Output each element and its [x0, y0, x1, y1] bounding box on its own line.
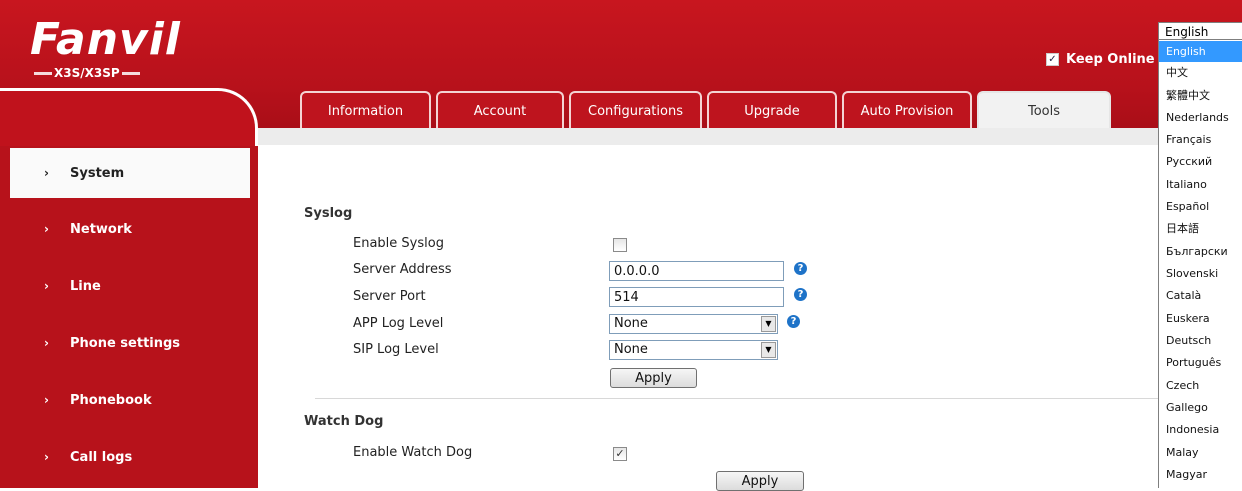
sidebar-item-phonebook[interactable]: › Phonebook: [0, 375, 250, 425]
sidebar-item-label: Line: [70, 278, 101, 294]
language-option[interactable]: Français: [1159, 129, 1242, 150]
language-option[interactable]: Italiano: [1159, 174, 1242, 195]
chevron-right-icon: ›: [44, 450, 49, 464]
sidebar: › System › Network › Line › Phone settin…: [0, 88, 258, 488]
watchdog-apply-button[interactable]: Apply: [716, 471, 804, 491]
tab-tools[interactable]: Tools: [977, 91, 1111, 129]
language-option[interactable]: Български: [1159, 241, 1242, 262]
language-option[interactable]: Euskera: [1159, 308, 1242, 329]
chevron-right-icon: ›: [44, 166, 49, 180]
tab-configurations[interactable]: Configurations: [569, 91, 702, 129]
syslog-apply-button[interactable]: Apply: [610, 368, 697, 388]
main-content: Syslog Enable Syslog Server Address ? Se…: [258, 128, 1158, 491]
server-address-label: Server Address: [353, 262, 452, 277]
fanvil-logo: Fanvil X3S/X3SP: [30, 14, 181, 81]
sidebar-item-label: Call logs: [70, 449, 133, 465]
keep-online-toggle[interactable]: ✓ Keep Online: [1046, 52, 1155, 67]
tab-information[interactable]: Information: [300, 91, 431, 129]
sidebar-item-system[interactable]: › System: [10, 148, 250, 198]
syslog-section-title: Syslog: [304, 206, 353, 221]
section-divider: [315, 398, 1158, 399]
help-icon[interactable]: ?: [794, 288, 807, 301]
language-option[interactable]: 日本語: [1159, 218, 1242, 239]
sidebar-item-network[interactable]: › Network: [0, 204, 250, 254]
enable-syslog-label: Enable Syslog: [353, 236, 444, 251]
language-option[interactable]: Malay: [1159, 442, 1242, 463]
language-option[interactable]: Português: [1159, 352, 1242, 373]
language-option[interactable]: 繁體中文: [1159, 85, 1242, 106]
enable-watchdog-checkbox[interactable]: ✓: [613, 447, 627, 461]
keep-online-label: Keep Online: [1066, 52, 1155, 67]
app-log-level-value: None: [614, 316, 648, 331]
language-dropdown[interactable]: English English 中文 繁體中文 Nederlands Franç…: [1158, 22, 1242, 488]
help-icon[interactable]: ?: [787, 315, 800, 328]
enable-watchdog-label: Enable Watch Dog: [353, 445, 473, 460]
language-current[interactable]: English: [1159, 22, 1242, 40]
chevron-right-icon: ›: [44, 222, 49, 236]
sidebar-item-label: System: [70, 165, 125, 181]
app-log-level-label: APP Log Level: [353, 316, 444, 331]
sidebar-item-phone-settings[interactable]: › Phone settings: [0, 318, 250, 368]
language-option[interactable]: Català: [1159, 285, 1242, 306]
sip-log-level-label: SIP Log Level: [353, 342, 439, 357]
chevron-right-icon: ›: [44, 393, 49, 407]
language-option[interactable]: Gallego: [1159, 397, 1242, 418]
sidebar-item-call-logs[interactable]: › Call logs: [0, 432, 250, 482]
tab-account[interactable]: Account: [436, 91, 564, 129]
keep-online-checkbox[interactable]: ✓: [1046, 53, 1059, 66]
server-address-input[interactable]: [609, 261, 784, 281]
language-option[interactable]: Русский: [1159, 151, 1242, 172]
logo-text: Fanvil: [30, 14, 181, 65]
app-log-level-select[interactable]: None ▼: [609, 314, 778, 334]
sip-log-level-select[interactable]: None ▼: [609, 340, 778, 360]
server-port-input[interactable]: [609, 287, 784, 307]
sidebar-item-line[interactable]: › Line: [0, 261, 250, 311]
language-option[interactable]: Slovenski: [1159, 263, 1242, 284]
watchdog-section-title: Watch Dog: [304, 414, 384, 429]
language-option[interactable]: Magyar: [1159, 464, 1242, 485]
sidebar-item-label: Phonebook: [70, 392, 152, 408]
enable-syslog-checkbox[interactable]: [613, 238, 627, 252]
model-label: X3S/X3SP: [32, 66, 142, 80]
language-option[interactable]: Español: [1159, 196, 1242, 217]
dropdown-arrow-icon: ▼: [761, 342, 776, 358]
dropdown-arrow-icon: ▼: [761, 316, 776, 332]
sidebar-item-label: Network: [70, 221, 132, 237]
sidebar-top: [0, 88, 258, 146]
language-option[interactable]: English: [1159, 41, 1242, 62]
language-option[interactable]: Deutsch: [1159, 330, 1242, 351]
help-icon[interactable]: ?: [794, 262, 807, 275]
sidebar-item-label: Phone settings: [70, 335, 181, 351]
language-option[interactable]: 中文: [1159, 62, 1242, 83]
language-option[interactable]: Nederlands: [1159, 107, 1242, 128]
chevron-right-icon: ›: [44, 336, 49, 350]
sip-log-level-value: None: [614, 342, 648, 357]
content-top-band: [258, 128, 1158, 145]
tab-upgrade[interactable]: Upgrade: [707, 91, 837, 129]
language-option[interactable]: Indonesia: [1159, 419, 1242, 440]
server-port-label: Server Port: [353, 289, 426, 304]
language-option[interactable]: Czech: [1159, 375, 1242, 396]
chevron-right-icon: ›: [44, 279, 49, 293]
tab-auto-provision[interactable]: Auto Provision: [842, 91, 972, 129]
